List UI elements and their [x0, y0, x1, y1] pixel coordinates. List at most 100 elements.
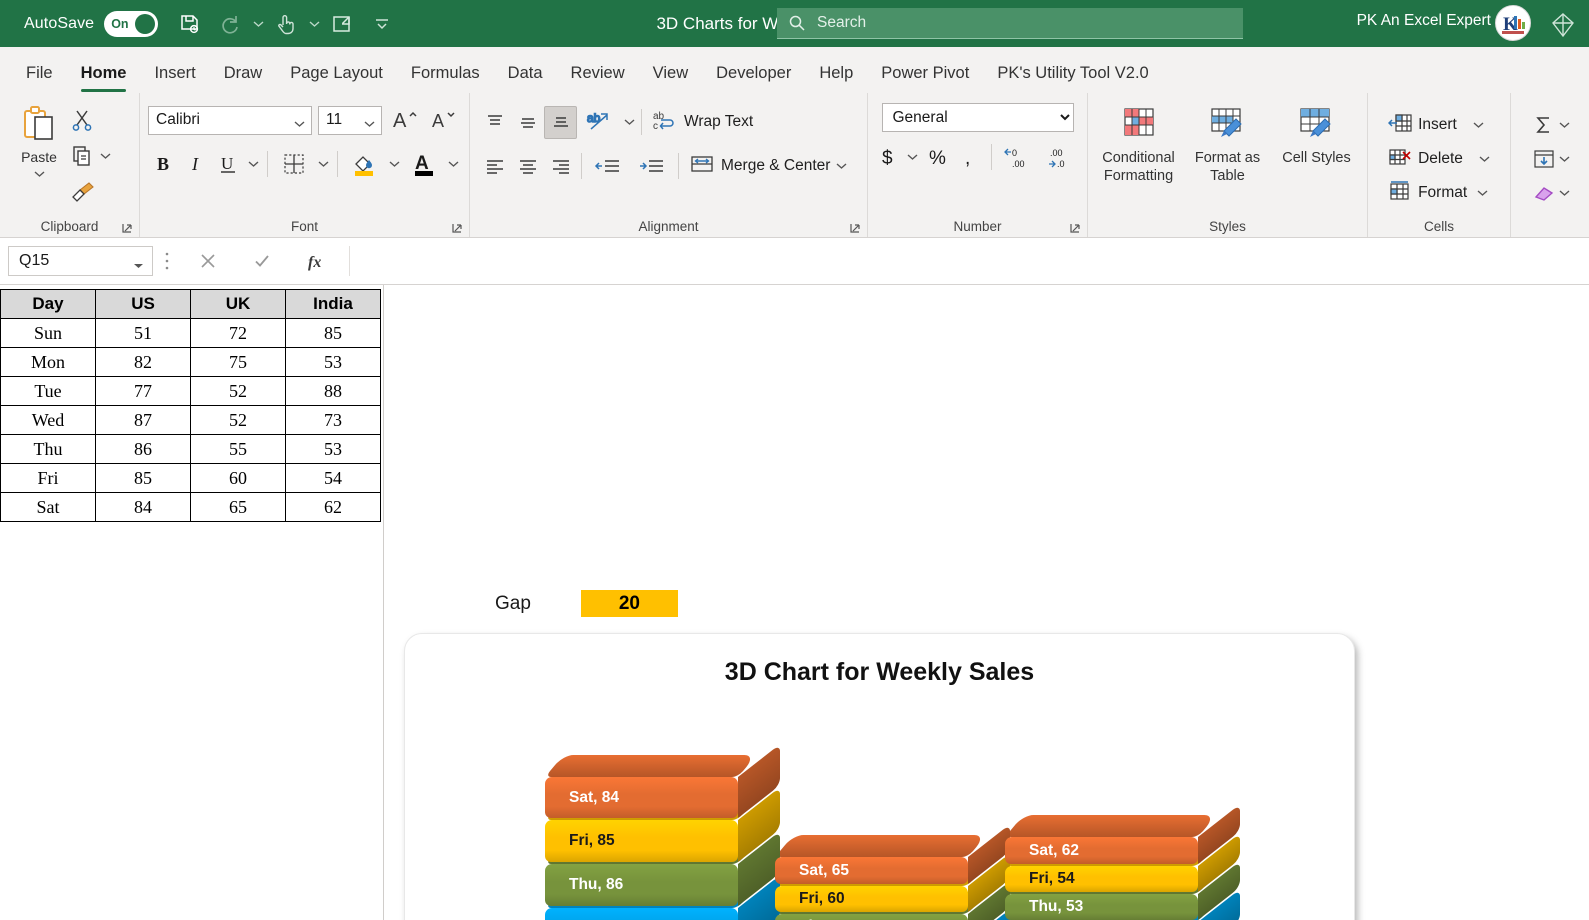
font-size-input[interactable]: 11 [318, 105, 382, 135]
fill-color-dropdown-icon[interactable] [387, 148, 402, 181]
currency-dropdown-icon[interactable] [905, 140, 921, 173]
delete-cells-button[interactable]: Delete [1384, 142, 1494, 176]
tab-help[interactable]: Help [805, 53, 867, 93]
cell-day[interactable]: Wed [0, 405, 96, 435]
align-middle-button[interactable] [511, 106, 544, 139]
cell-us[interactable]: 85 [95, 463, 191, 493]
font-color-button[interactable]: A [403, 148, 444, 181]
formula-bar-handle[interactable] [153, 252, 181, 270]
cell-uk[interactable]: 55 [190, 434, 286, 464]
cut-button[interactable] [70, 103, 111, 137]
fill-button[interactable] [1525, 142, 1576, 176]
tab-file[interactable]: File [12, 53, 67, 93]
formula-input[interactable] [349, 246, 1581, 276]
save-icon[interactable] [170, 4, 210, 44]
insert-cells-button[interactable]: Insert [1384, 108, 1494, 142]
name-box-dropdown-icon[interactable] [133, 257, 144, 275]
search-input[interactable]: Search [777, 8, 1243, 39]
format-as-table-button[interactable]: Format as Table [1185, 99, 1270, 215]
orientation-button[interactable]: ab [577, 106, 621, 139]
align-center-button[interactable] [511, 150, 544, 183]
tab-draw[interactable]: Draw [210, 53, 277, 93]
cell-uk[interactable]: 60 [190, 463, 286, 493]
paste-dropdown-icon[interactable] [34, 165, 45, 183]
copy-dropdown-icon[interactable] [100, 147, 111, 165]
wrap-text-button[interactable]: ab c Wrap Text [646, 105, 759, 139]
autosum-dropdown-icon[interactable] [1559, 116, 1570, 134]
cell-us[interactable]: 87 [95, 405, 191, 435]
increase-decimal-button[interactable]: 0 .00 [996, 140, 1040, 173]
chart-block[interactable]: Thu, 86 [545, 831, 780, 906]
font-name-dropdown-icon[interactable] [294, 115, 305, 133]
chart-block[interactable]: Fri, 54 [1005, 833, 1240, 892]
microsoft-365-diamond-icon[interactable] [1549, 11, 1577, 39]
cell-uk[interactable]: 75 [190, 347, 286, 377]
customize-qat-icon[interactable] [362, 4, 402, 44]
cell-india[interactable]: 54 [285, 463, 381, 493]
cell-uk[interactable]: 72 [190, 318, 286, 348]
chart-stack-india[interactable]: Sat, 62Fri, 54Thu, 53Wed, 73Tue, 88Mon, … [1005, 804, 1240, 920]
number-dialog-launcher-icon[interactable] [1069, 221, 1081, 233]
redo-icon[interactable] [210, 4, 250, 44]
format-painter-button[interactable] [70, 175, 111, 209]
underline-dropdown-icon[interactable] [246, 148, 261, 181]
cell-day[interactable]: Mon [0, 347, 96, 377]
merge-center-button[interactable]: Merge & Center [683, 149, 853, 183]
name-box[interactable]: Q15 [8, 246, 153, 276]
chart-panel[interactable]: 3D Chart for Weekly Sales USSat, 84Fri, … [404, 633, 1355, 920]
fill-color-button[interactable] [344, 148, 385, 181]
number-format-select[interactable]: GeneralNumberCurrencyAccountingShort Dat… [881, 103, 1074, 132]
table-header-india[interactable]: India [285, 289, 381, 319]
cell-styles-button[interactable]: Cell Styles [1274, 99, 1359, 215]
cancel-entry-icon[interactable] [181, 246, 235, 276]
cell-india[interactable]: 53 [285, 347, 381, 377]
currency-format-button[interactable]: $ [872, 140, 905, 173]
insert-dropdown-icon[interactable] [1473, 116, 1484, 134]
cell-uk[interactable]: 52 [190, 376, 286, 406]
tab-data[interactable]: Data [494, 53, 557, 93]
underline-button[interactable]: U [213, 148, 244, 181]
cell-us[interactable]: 82 [95, 347, 191, 377]
tab-power-pivot[interactable]: Power Pivot [867, 53, 983, 93]
cell-india[interactable]: 73 [285, 405, 381, 435]
redo-dropdown-icon[interactable] [250, 4, 266, 44]
cell-day[interactable]: Thu [0, 434, 96, 464]
cell-us[interactable]: 84 [95, 492, 191, 522]
decrease-decimal-button[interactable]: .00 .0 [1040, 140, 1084, 173]
cell-day[interactable]: Tue [0, 376, 96, 406]
decrease-indent-button[interactable] [586, 150, 630, 183]
cell-us[interactable]: 86 [95, 434, 191, 464]
clear-dropdown-icon[interactable] [1559, 184, 1570, 202]
cell-uk[interactable]: 65 [190, 492, 286, 522]
chart-block[interactable]: Fri, 85 [545, 787, 780, 862]
orientation-dropdown-icon[interactable] [621, 106, 637, 139]
autosum-button[interactable] [1525, 108, 1576, 142]
align-top-button[interactable] [478, 106, 511, 139]
bold-button[interactable]: B [148, 148, 179, 181]
tab-pk-utility-tool[interactable]: PK's Utility Tool V2.0 [983, 53, 1162, 93]
cell-us[interactable]: 77 [95, 376, 191, 406]
comma-format-button[interactable]: , [954, 140, 987, 173]
format-cells-button[interactable]: Format [1384, 176, 1494, 210]
cell-day[interactable]: Sat [0, 492, 96, 522]
align-right-button[interactable] [544, 150, 577, 183]
cell-uk[interactable]: 52 [190, 405, 286, 435]
insert-function-icon[interactable]: fx [289, 246, 343, 276]
borders-button[interactable] [273, 148, 314, 181]
chart-block[interactable]: Sat, 65 [775, 824, 1010, 884]
touch-mode-dropdown-icon[interactable] [306, 4, 322, 44]
alignment-dialog-launcher-icon[interactable] [849, 221, 861, 233]
align-bottom-button[interactable] [544, 105, 577, 139]
cell-india[interactable]: 85 [285, 318, 381, 348]
touch-mode-icon[interactable] [266, 4, 306, 44]
chart-block[interactable]: Sat, 62 [1005, 804, 1240, 864]
chart-stack-uk[interactable]: Sat, 65Fri, 60Thu, 55Wed, 52Tue, 52Mon, … [775, 824, 1010, 920]
quick-print-icon[interactable] [322, 4, 362, 44]
table-header-day[interactable]: Day [0, 289, 96, 319]
percent-format-button[interactable]: % [921, 140, 954, 173]
fill-dropdown-icon[interactable] [1559, 150, 1570, 168]
autosave-toggle[interactable]: On [104, 10, 159, 37]
cell-india[interactable]: 88 [285, 376, 381, 406]
cell-india[interactable]: 62 [285, 492, 381, 522]
increase-indent-button[interactable] [630, 150, 674, 183]
